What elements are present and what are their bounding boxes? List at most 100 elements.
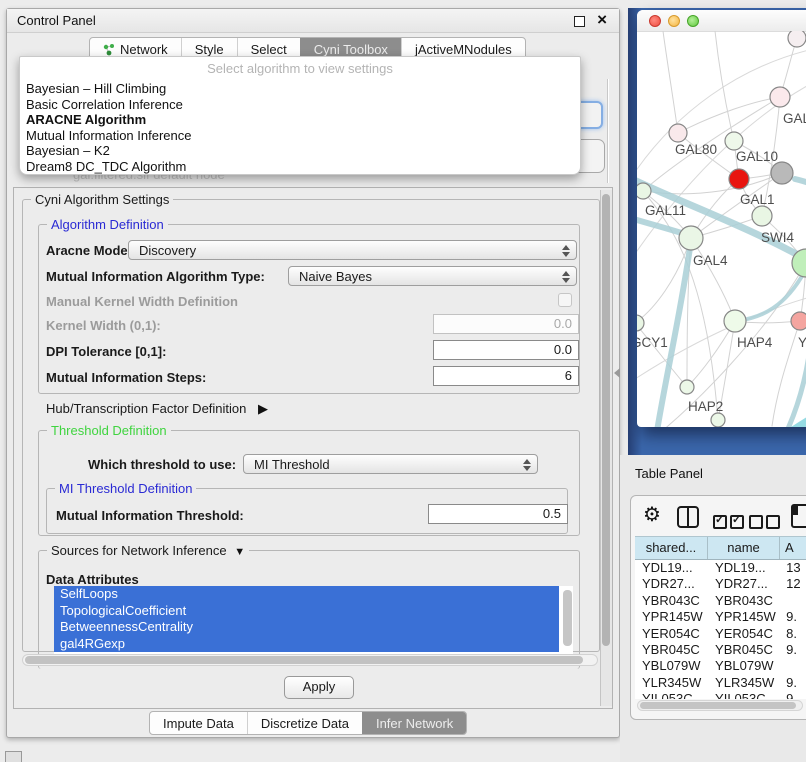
network-edge[interactable] (657, 241, 691, 427)
manual-kernel-checkbox[interactable] (558, 293, 572, 307)
data-attributes-list: SelfLoopsTopologicalCoefficientBetweenne… (54, 586, 573, 656)
gear-icon[interactable]: ⚙ (643, 502, 661, 527)
network-node[interactable] (788, 31, 806, 47)
sources-toggle[interactable]: Sources for Network Inference ▼ (47, 543, 249, 558)
network-edge[interactable] (691, 238, 735, 321)
hub-definition-label: Hub/Transcription Factor Definition (46, 401, 246, 416)
table-row[interactable]: YBR045CYBR045C9. (635, 642, 806, 658)
table-hscrollbar-thumb[interactable] (640, 702, 796, 709)
network-edge[interactable] (687, 321, 735, 387)
table-cell: YDR27... (708, 576, 780, 592)
data-attribute-item[interactable]: TopologicalCoefficient (54, 603, 559, 620)
algorithm-option[interactable]: ARACNE Algorithm (24, 112, 576, 128)
which-threshold-combo[interactable]: MI Threshold (243, 454, 538, 474)
data-attribute-item[interactable]: BetweennessCentrality (54, 619, 559, 636)
table-cell: YBR043C (635, 593, 708, 609)
table-panel-title: Table Panel (635, 466, 703, 481)
select-all-checkboxes-icon[interactable] (713, 513, 747, 529)
kernel-width-field[interactable]: 0.0 (433, 314, 579, 334)
algorithm-option[interactable]: Basic Correlation Inference (24, 97, 576, 113)
network-node[interactable] (791, 312, 806, 330)
network-node[interactable] (679, 226, 703, 250)
close-icon[interactable]: × (597, 10, 607, 30)
table-row[interactable]: YDR27...YDR27...12 (635, 576, 806, 592)
network-node[interactable] (711, 413, 725, 427)
table-cell: YLR345W (708, 675, 780, 691)
table-cell: YBR043C (708, 593, 780, 609)
network-node[interactable] (637, 315, 644, 331)
algorithm-option[interactable]: Dream8 DC_TDC Algorithm (24, 159, 576, 175)
network-view-window[interactable]: GALGAL80GAL10GAL1GAL11SWI4GAL4GCY1HAP4YH… (637, 10, 806, 427)
deselect-all-checkboxes-icon[interactable] (749, 513, 783, 529)
column-header[interactable]: A (780, 537, 806, 559)
data-attribute-item[interactable]: gal4RGexp (54, 636, 559, 653)
table-cell: YDL19... (635, 560, 708, 576)
algorithm-option[interactable]: Bayesian – K2 (24, 143, 576, 159)
minimize-traffic-light-icon[interactable] (668, 15, 680, 27)
table-row[interactable]: YDL19...YDL19...13 (635, 560, 806, 576)
table-row[interactable]: YLR345WYLR345W9. (635, 675, 806, 691)
tab-discretize-data[interactable]: Discretize Data (247, 712, 362, 734)
node-table: shared...nameA YDL19...YDL19...13YDR27..… (635, 536, 806, 699)
network-node[interactable] (724, 310, 746, 332)
settings-hscrollbar-thumb[interactable] (25, 656, 583, 664)
hub-definition-toggle[interactable]: Hub/Transcription Factor Definition ▶ (46, 401, 268, 417)
table-row[interactable]: YPR145WYPR145W9. (635, 609, 806, 625)
table-document-icon[interactable] (791, 504, 806, 528)
network-node[interactable] (752, 206, 772, 226)
network-node[interactable] (669, 124, 687, 142)
network-node[interactable] (725, 132, 743, 150)
splitter-collapse-icon[interactable] (614, 368, 620, 378)
list-scrollbar-thumb[interactable] (563, 590, 572, 646)
table-cell: YPR145W (708, 609, 780, 625)
network-window-titlebar[interactable] (637, 10, 806, 32)
network-graph[interactable]: GALGAL80GAL10GAL1GAL11SWI4GAL4GCY1HAP4YH… (637, 31, 806, 427)
network-edge[interactable] (663, 31, 678, 133)
float-panel-icon[interactable] (574, 16, 585, 27)
table-row[interactable]: YIL053CYIL053C9 (635, 691, 806, 699)
table-row[interactable]: YER054CYER054C8. (635, 626, 806, 642)
data-attribute-item[interactable]: SelfLoops (54, 586, 559, 603)
data-attributes-label: Data Attributes (46, 572, 139, 587)
network-node[interactable] (771, 162, 793, 184)
network-edge[interactable] (769, 403, 806, 427)
table-row[interactable]: YBR043CYBR043C (635, 593, 806, 609)
table-cell: YIL053C (708, 691, 780, 699)
mi-type-combo[interactable]: Naive Bayes (288, 266, 577, 286)
columns-icon[interactable] (677, 506, 699, 528)
corner-grip-icon[interactable] (5, 751, 22, 762)
mi-threshold-field[interactable]: 0.5 (428, 504, 568, 524)
table-cell: 9. (780, 675, 806, 691)
kernel-width-label: Kernel Width (0,1): (46, 318, 161, 333)
network-node[interactable] (680, 380, 694, 394)
network-edge[interactable] (795, 179, 806, 194)
algorithm-option[interactable]: Bayesian – Hill Climbing (24, 81, 576, 97)
network-node-label: GAL11 (645, 203, 686, 218)
mi-steps-field[interactable]: 6 (433, 366, 579, 386)
settings-vscrollbar-thumb[interactable] (602, 194, 610, 646)
tab-impute-data[interactable]: Impute Data (150, 712, 247, 734)
aracne-mode-combo[interactable]: Discovery (128, 240, 577, 260)
column-header[interactable]: shared... (635, 537, 708, 559)
network-node[interactable] (770, 87, 790, 107)
network-node[interactable] (729, 169, 749, 189)
table-cell: 12 (780, 576, 806, 592)
apply-button[interactable]: Apply (284, 676, 354, 699)
manual-kernel-label: Manual Kernel Width Definition (46, 294, 238, 309)
algorithm-option[interactable]: Mutual Information Inference (24, 128, 576, 144)
table-cell: YIL053C (635, 691, 708, 699)
table-row[interactable]: YBL079WYBL079W (635, 658, 806, 674)
network-edge[interactable] (637, 179, 806, 261)
table-cell: 9 (780, 691, 806, 699)
sources-title: Sources for Network Inference (51, 543, 227, 558)
zoom-traffic-light-icon[interactable] (687, 15, 699, 27)
network-node[interactable] (637, 183, 651, 199)
hidden-groupbox-edge (607, 79, 609, 183)
network-edge[interactable] (678, 97, 780, 133)
tab-infer-network[interactable]: Infer Network (362, 712, 466, 734)
dpi-tolerance-field[interactable]: 0.0 (433, 340, 579, 360)
tab-label: Discretize Data (261, 716, 349, 731)
close-traffic-light-icon[interactable] (649, 15, 661, 27)
column-header[interactable]: name (708, 537, 780, 559)
network-edge[interactable] (637, 323, 687, 387)
